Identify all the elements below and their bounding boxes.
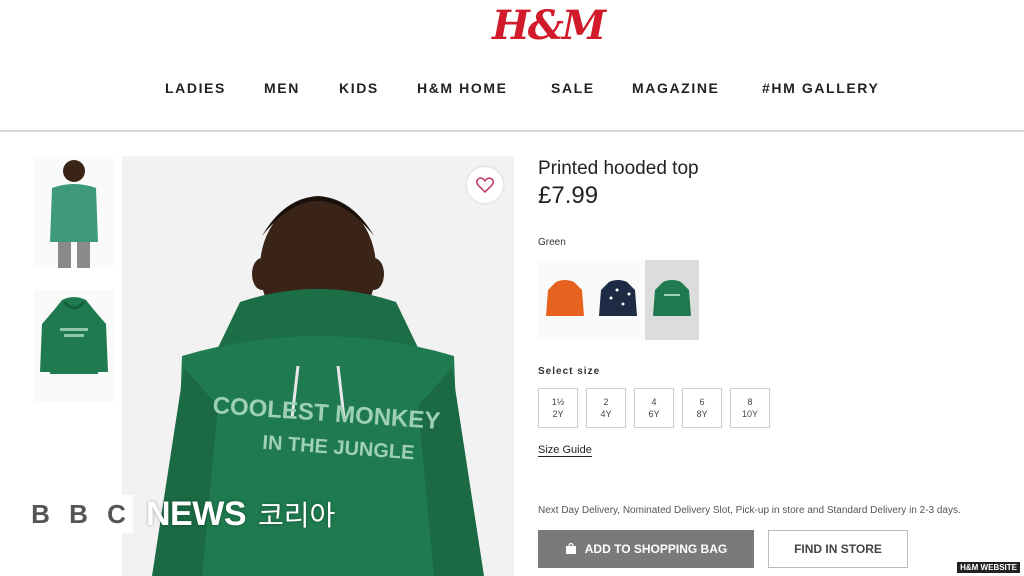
bbc-korea-text: 코리아 <box>258 500 336 531</box>
swatch-green-image <box>653 280 691 316</box>
shopping-bag-icon <box>565 543 576 554</box>
size-option-line2: 2Y <box>552 409 564 419</box>
nav-ladies[interactable]: LADIES <box>165 80 226 96</box>
size-option[interactable]: 8 10Y <box>730 388 770 428</box>
size-option[interactable]: 6 8Y <box>682 388 722 428</box>
nav-sale[interactable]: SALE <box>551 80 595 96</box>
size-option-line2: 4Y <box>600 409 612 419</box>
thumbnail-flat[interactable] <box>34 290 114 402</box>
image-credit: H&M WEBSITE <box>957 562 1020 573</box>
nav-hm-gallery[interactable]: #HM GALLERY <box>762 80 879 96</box>
bbc-news-text: NEWS <box>146 494 247 533</box>
size-option-line1: 6 <box>699 397 705 407</box>
size-option-line1: 4 <box>651 397 657 407</box>
size-guide-link[interactable]: Size Guide <box>538 444 592 457</box>
color-swatch-orange[interactable] <box>538 260 592 340</box>
swatch-navy-hoodie <box>599 280 637 316</box>
thumbnail-model-image <box>50 160 98 268</box>
swatch-navy-image <box>599 280 637 316</box>
color-swatch-green-selected[interactable] <box>645 260 699 340</box>
bbc-letter-box: B <box>62 495 95 533</box>
nav-men[interactable]: MEN <box>264 80 300 96</box>
selected-color-label: Green <box>538 237 566 248</box>
add-to-bag-button[interactable]: ADD TO SHOPPING BAG <box>538 530 754 568</box>
size-option-line2: 6Y <box>648 409 660 419</box>
size-option[interactable]: 4 6Y <box>634 388 674 428</box>
size-option-line2: 8Y <box>696 409 708 419</box>
size-option[interactable]: 2 4Y <box>586 388 626 428</box>
site-header: H&M LADIES MEN KIDS H&M HOME SALE MAGAZI… <box>0 0 1024 132</box>
size-option[interactable]: 1½ 2Y <box>538 388 578 428</box>
wishlist-button[interactable] <box>467 167 503 203</box>
main-nav: LADIES MEN KIDS H&M HOME SALE MAGAZINE #… <box>0 80 1024 100</box>
swatch-green-hoodie <box>653 280 691 316</box>
nav-magazine[interactable]: MAGAZINE <box>632 80 719 96</box>
product-price: £7.99 <box>538 182 599 209</box>
bbc-news-korea-watermark: B B C NEWS 코리아 <box>24 494 335 534</box>
size-option-line1: 8 <box>747 397 753 407</box>
nav-hm-home[interactable]: H&M HOME <box>417 80 508 96</box>
swatch-orange-image <box>546 280 584 316</box>
size-option-line1: 2 <box>603 397 609 407</box>
size-option-line2: 10Y <box>741 409 758 419</box>
bbc-letter-box: B <box>24 495 57 533</box>
product-title: Printed hooded top <box>538 158 699 179</box>
thumbnail-model[interactable] <box>34 156 114 268</box>
swatch-orange-hoodie <box>546 280 584 316</box>
nav-kids[interactable]: KIDS <box>339 80 379 96</box>
find-in-store-button[interactable]: FIND IN STORE <box>768 530 908 568</box>
add-to-bag-label: ADD TO SHOPPING BAG <box>584 542 728 556</box>
delivery-info: Next Day Delivery, Nominated Delivery Sl… <box>538 505 961 516</box>
hm-logo[interactable]: H&M <box>492 2 606 49</box>
bbc-letter-box: C <box>100 495 133 533</box>
select-size-label: Select size <box>538 366 601 377</box>
heart-icon <box>476 177 494 193</box>
size-option-line1: 1½ <box>551 397 565 407</box>
thumbnail-flat-image <box>40 297 108 374</box>
color-swatch-navy[interactable] <box>591 260 645 340</box>
